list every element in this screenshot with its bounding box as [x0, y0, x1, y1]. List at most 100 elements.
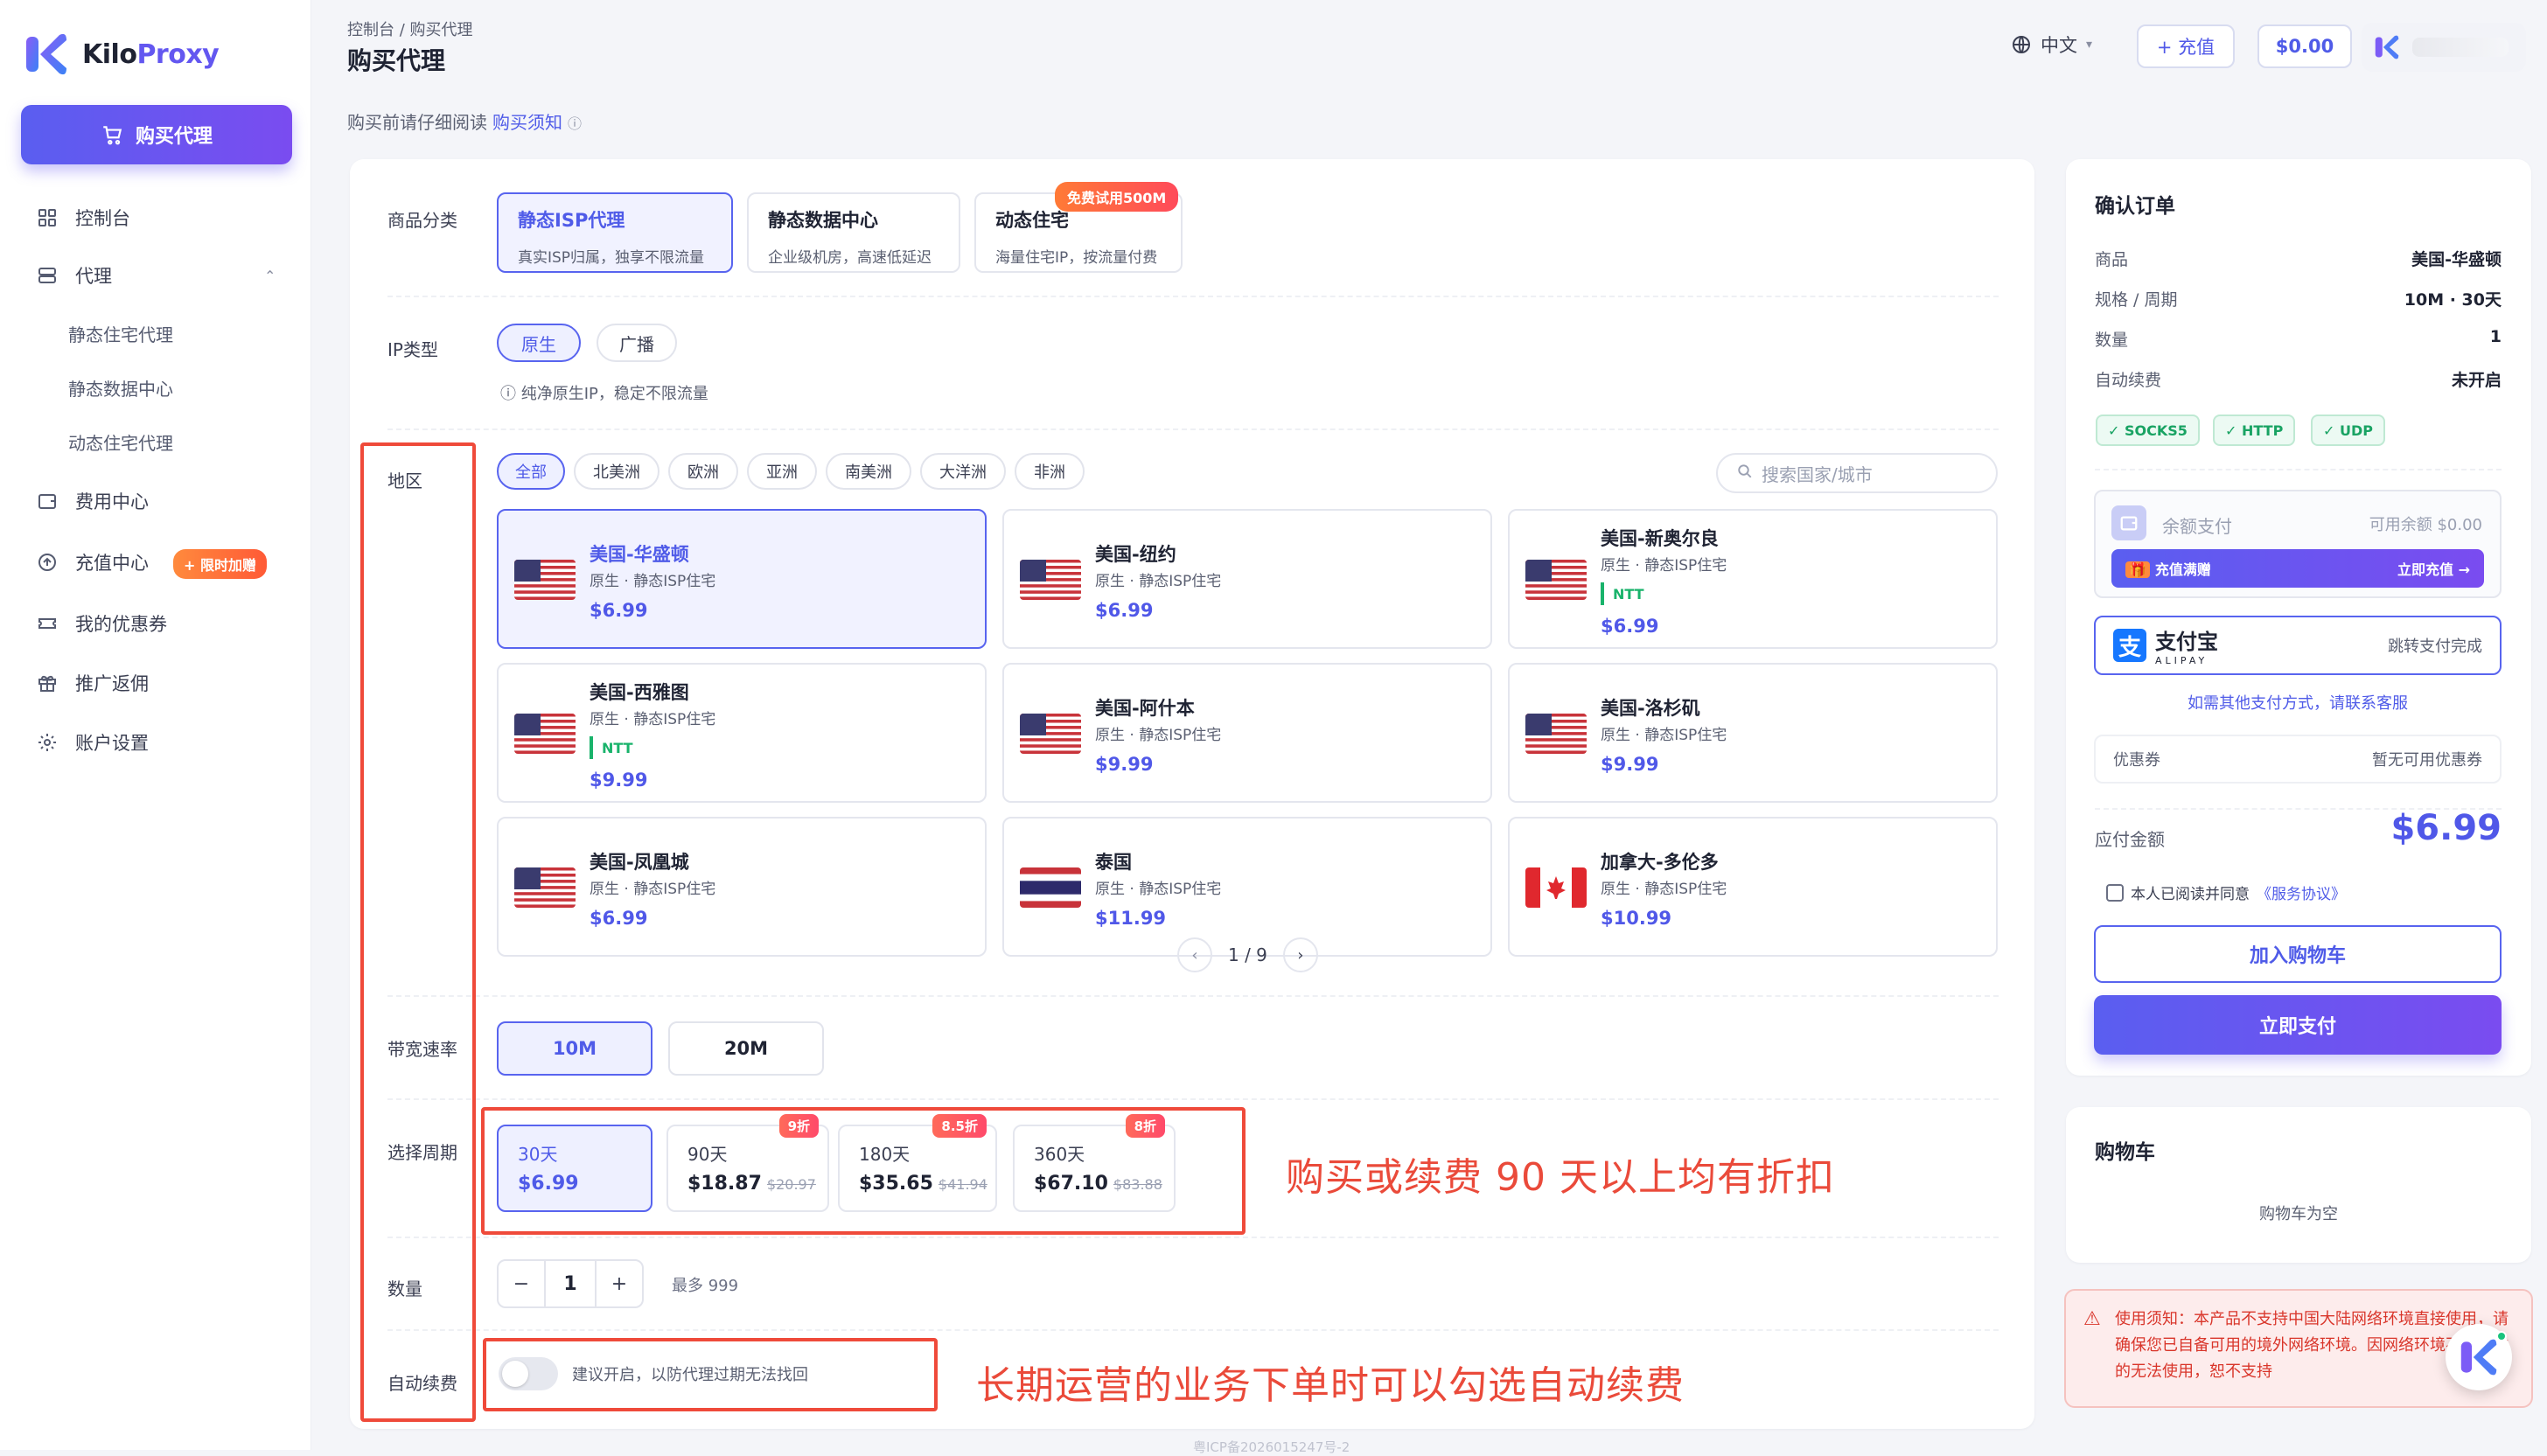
quantity-minus-button[interactable]: −	[499, 1261, 544, 1306]
recharge-banner[interactable]: 🎁 充值满赠 立即充值 →	[2111, 549, 2484, 588]
region-tab-africa[interactable]: 非洲	[1015, 453, 1085, 490]
cart-icon	[103, 126, 122, 145]
prev-page-button[interactable]: ‹	[1177, 937, 1212, 972]
recharge-button[interactable]: + 充值	[2137, 24, 2235, 68]
region-tab-asia[interactable]: 亚洲	[747, 453, 817, 490]
region-card[interactable]: 美国-新奥尔良 原生 · 静态ISP住宅 NTT $6.99	[1508, 509, 1998, 649]
other-payment-link[interactable]: 如需其他支付方式，请联系客服	[2094, 691, 2502, 714]
us-flag-icon	[1525, 714, 1587, 754]
sidebar-item-static-residential[interactable]: 静态住宅代理	[0, 320, 311, 346]
recharge-now-link[interactable]: 立即充值 →	[2397, 558, 2470, 579]
sidebar-item-referral[interactable]: 推广返佣	[0, 670, 311, 696]
alipay-sub: ALIPAY	[2155, 655, 2209, 666]
sidebar-item-proxy[interactable]: 代理 ⌃	[0, 262, 311, 289]
ticket-icon	[35, 611, 59, 636]
us-flag-icon	[514, 560, 576, 600]
breadcrumb: 控制台 / 购买代理	[347, 21, 473, 39]
add-to-cart-button[interactable]: 加入购物车	[2094, 925, 2502, 983]
support-chat-button[interactable]	[2446, 1324, 2512, 1390]
region-card[interactable]: 美国-西雅图 原生 · 静态ISP住宅 NTT $9.99	[497, 663, 987, 803]
pay-now-button[interactable]: 立即支付	[2094, 995, 2502, 1055]
agreement-checkbox[interactable]	[2106, 883, 2124, 902]
region-card[interactable]: 美国-凤凰城 原生 · 静态ISP住宅 $6.99	[497, 817, 987, 957]
balance-display[interactable]: $0.00	[2257, 24, 2352, 68]
service-agreement-link[interactable]: 《服务协议》	[2257, 881, 2346, 903]
alipay-option[interactable]: 支 支付宝 ALIPAY 跳转支付完成	[2094, 616, 2502, 675]
recharge-banner-text: 🎁 充值满赠	[2125, 558, 2211, 579]
bandwidth-20m[interactable]: 20M	[668, 1021, 824, 1076]
coupon-select[interactable]: 优惠券 暂无可用优惠券	[2094, 735, 2502, 784]
quantity-input[interactable]: 1	[544, 1261, 597, 1306]
sidebar-item-label: 推广返佣	[75, 673, 149, 694]
sidebar-item-settings[interactable]: 账户设置	[0, 729, 311, 756]
language-switcher[interactable]: 中文 ▾	[2011, 31, 2092, 58]
ip-type-native[interactable]: 原生	[497, 324, 581, 362]
region-price: $6.99	[590, 600, 648, 621]
balance-pay-option[interactable]: 余额支付 可用余额 $0.00 🎁 充值满赠 立即充值 →	[2094, 490, 2502, 598]
region-card[interactable]: 加拿大-多伦多 原生 · 静态ISP住宅 $10.99	[1508, 817, 1998, 957]
bandwidth-10m[interactable]: 10M	[497, 1021, 652, 1076]
us-flag-icon	[1525, 560, 1587, 600]
us-flag-icon	[1020, 714, 1081, 754]
region-card[interactable]: 美国-阿什本 原生 · 静态ISP住宅 $9.99	[1002, 663, 1492, 803]
category-title: 静态ISP代理	[518, 210, 625, 231]
wallet-icon	[2111, 505, 2146, 540]
info-icon: ⓘ	[568, 115, 583, 132]
ntt-badge: NTT	[1601, 582, 1644, 605]
search-icon	[1737, 463, 1753, 484]
region-tab-europe[interactable]: 欧洲	[668, 453, 738, 490]
search-placeholder: 搜索国家/城市	[1762, 463, 1873, 485]
region-tab-all[interactable]: 全部	[497, 453, 565, 490]
logo[interactable]: KiloProxy	[24, 31, 220, 77]
region-tab-north-america[interactable]: 北美洲	[574, 453, 659, 490]
divider	[387, 1329, 1999, 1331]
sidebar-item-static-datacenter[interactable]: 静态数据中心	[0, 374, 311, 401]
notice-text: 购买前请仔细阅读	[347, 112, 487, 133]
sidebar-item-dashboard[interactable]: 控制台	[0, 205, 311, 231]
sidebar-item-label: 静态数据中心	[68, 378, 173, 400]
next-page-button[interactable]: ›	[1282, 937, 1318, 972]
recharge-icon	[35, 550, 59, 575]
region-search-input[interactable]: 搜索国家/城市	[1716, 453, 1998, 493]
gift-icon: 🎁	[2125, 561, 2150, 578]
category-static-datacenter[interactable]: 静态数据中心 企业级机房，高速低延迟	[747, 192, 960, 273]
region-price: $6.99	[590, 908, 648, 929]
alipay-icon: 支	[2113, 629, 2146, 662]
region-card[interactable]: 美国-纽约 原生 · 静态ISP住宅 $6.99	[1002, 509, 1492, 649]
region-desc: 原生 · 静态ISP住宅	[1095, 881, 1222, 898]
region-name: 美国-阿什本	[1095, 698, 1195, 719]
user-menu[interactable]	[2362, 23, 2526, 72]
divider	[387, 296, 1999, 297]
region-desc: 原生 · 静态ISP住宅	[590, 573, 716, 590]
gift-icon	[35, 671, 59, 695]
order-row-autorenew: 自动续费 未开启	[2095, 371, 2502, 390]
balance-pay-label: 余额支付	[2162, 516, 2232, 537]
sidebar-item-billing[interactable]: 费用中心	[0, 488, 311, 514]
annotation-discount-note: 购买或续费 90 天以上均有折扣	[1286, 1155, 1835, 1200]
region-name: 美国-西雅图	[590, 682, 689, 703]
region-name: 美国-纽约	[1095, 544, 1176, 565]
region-card[interactable]: 美国-洛杉矶 原生 · 静态ISP住宅 $9.99	[1508, 663, 1998, 803]
promo-badge: + 限时加赠	[173, 549, 267, 579]
sidebar-item-dynamic-residential[interactable]: 动态住宅代理	[0, 428, 311, 455]
chevron-down-icon: ▾	[2086, 38, 2093, 52]
region-tab-south-america[interactable]: 南美洲	[826, 453, 911, 490]
sidebar-item-recharge[interactable]: 充值中心 + 限时加赠	[0, 549, 311, 579]
quantity-plus-button[interactable]: +	[597, 1261, 642, 1306]
ip-type-broadcast[interactable]: 广播	[597, 324, 677, 362]
region-price: $11.99	[1095, 908, 1167, 929]
coupon-label: 优惠券	[2113, 751, 2160, 770]
region-desc: 原生 · 静态ISP住宅	[1095, 573, 1222, 590]
sidebar-item-coupons[interactable]: 我的优惠券	[0, 610, 311, 637]
sidebar-item-label: 费用中心	[75, 491, 149, 512]
region-card[interactable]: 泰国 原生 · 静态ISP住宅 $11.99	[1002, 817, 1492, 957]
region-tab-oceania[interactable]: 大洋洲	[920, 453, 1006, 490]
region-name: 美国-洛杉矶	[1601, 698, 1700, 719]
region-card[interactable]: 美国-华盛顿 原生 · 静态ISP住宅 $6.99	[497, 509, 987, 649]
buy-proxy-button[interactable]: 购买代理	[21, 105, 292, 164]
warning-icon: ⚠	[2083, 1308, 2101, 1330]
sidebar-item-label: 动态住宅代理	[68, 432, 173, 454]
sidebar: KiloProxy 购买代理 控制台 代理 ⌃ 静态住宅代理 静态数据中心 动态…	[0, 0, 311, 1450]
purchase-terms-link[interactable]: 购买须知	[492, 112, 562, 133]
category-static-isp[interactable]: 静态ISP代理 真实ISP归属，独享不限流量	[497, 192, 733, 273]
